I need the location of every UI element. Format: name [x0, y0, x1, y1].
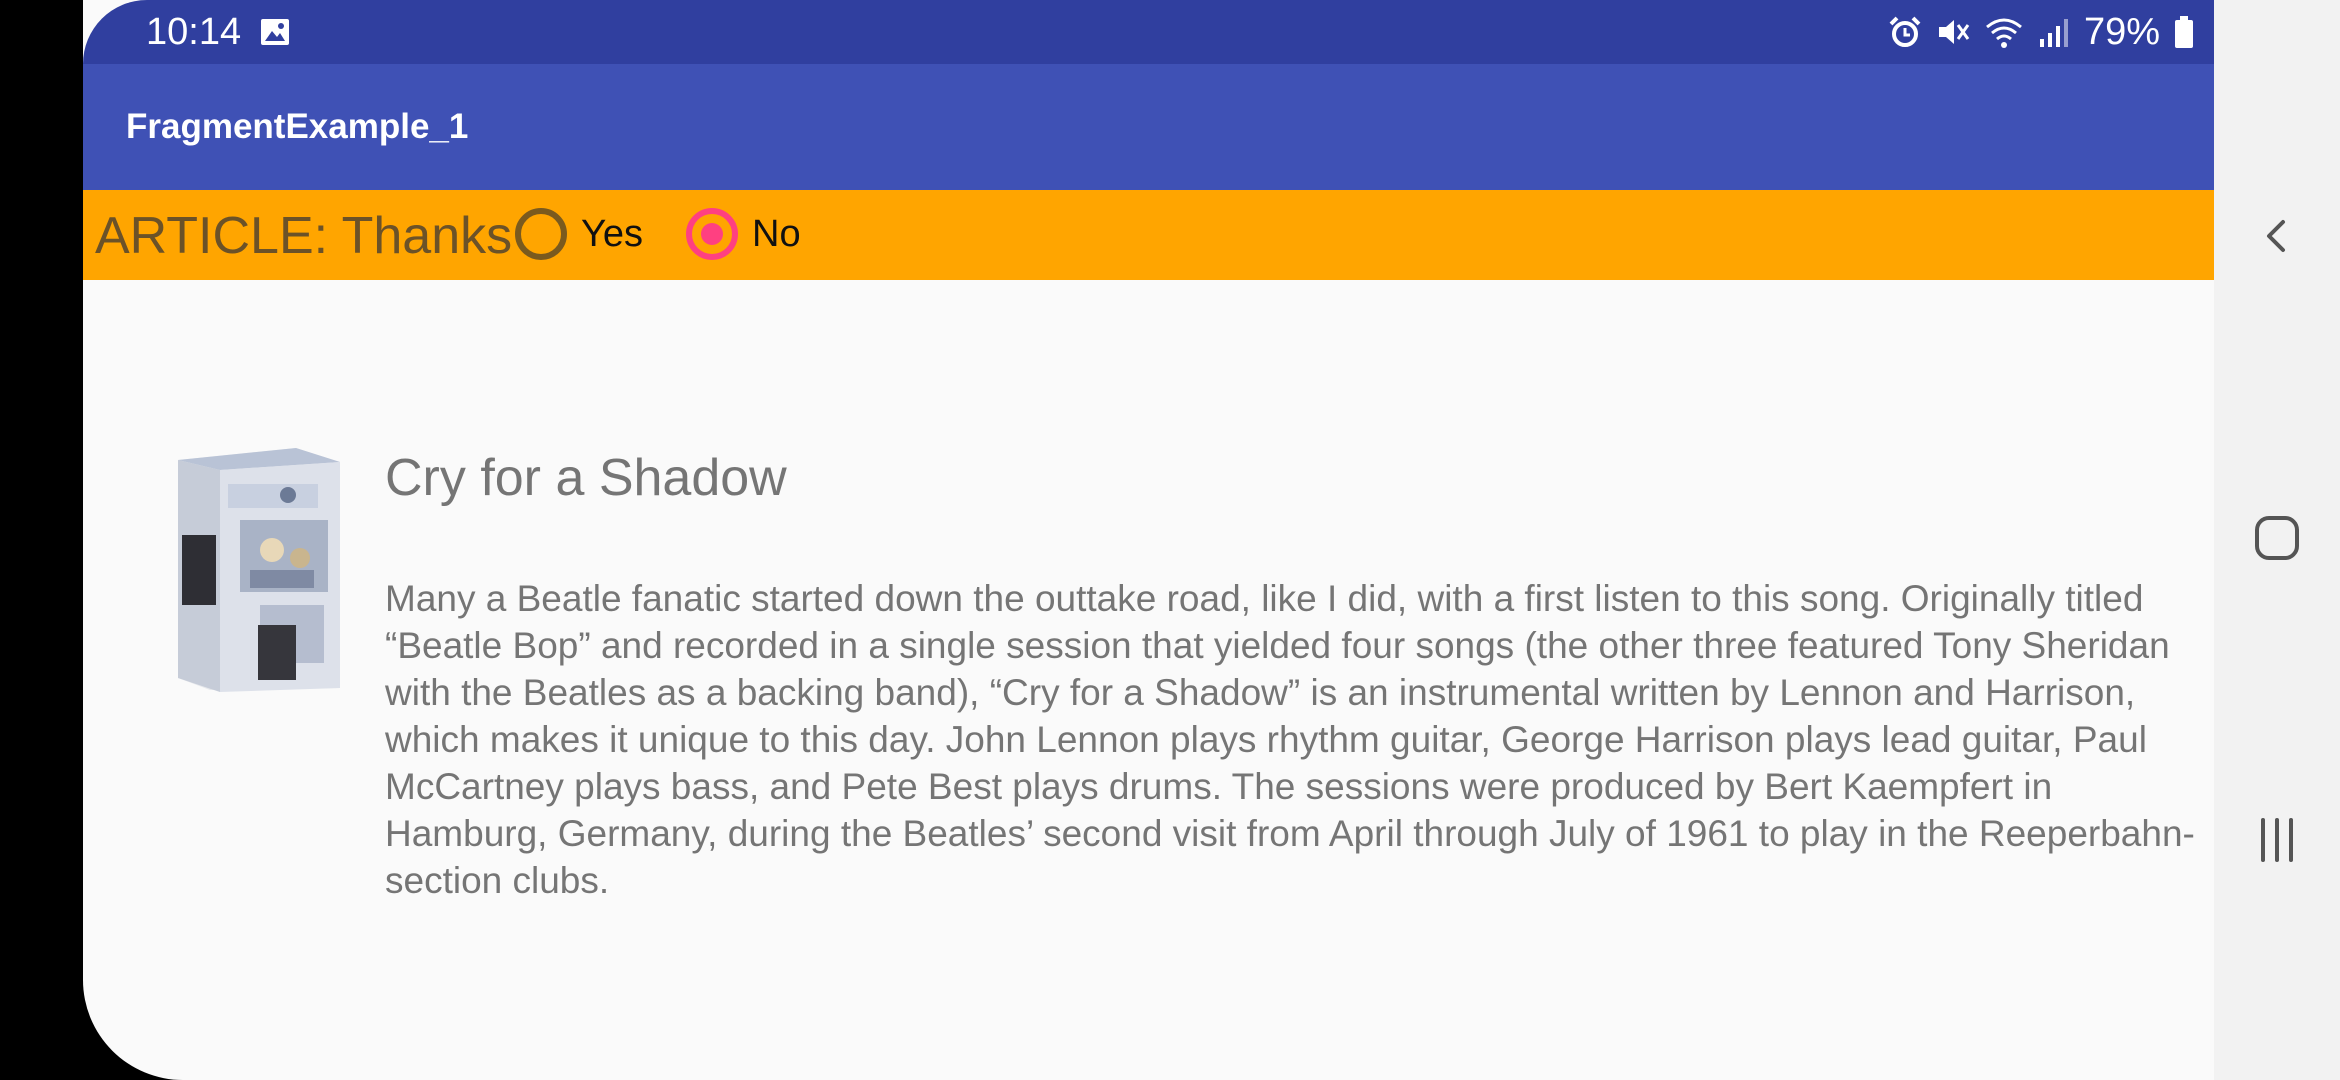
status-bar: 10:14 79% — [83, 0, 2214, 64]
alarm-icon — [1889, 16, 1921, 47]
home-icon[interactable] — [2249, 510, 2305, 566]
radio-button-unchecked-icon[interactable] — [515, 208, 567, 260]
radio-yes[interactable]: Yes — [515, 204, 643, 264]
wifi-icon — [1985, 18, 2022, 48]
gallery-icon — [261, 19, 289, 45]
article-label: ARTICLE: Thanks — [95, 207, 513, 265]
album-cover — [168, 440, 345, 693]
app-title: FragmentExample_1 — [126, 107, 469, 146]
article-bar: ARTICLE: Thanks Yes No — [83, 190, 2214, 280]
back-icon[interactable] — [2249, 208, 2305, 264]
radio-yes-label[interactable]: Yes — [581, 213, 643, 256]
radio-no-label[interactable]: No — [752, 213, 801, 256]
recents-icon[interactable] — [2249, 812, 2305, 868]
article-title: Cry for a Shadow — [385, 449, 787, 507]
navigation-bar — [2214, 0, 2340, 1080]
app-bar: FragmentExample_1 — [83, 64, 2214, 190]
battery-percent: 79% — [2083, 11, 2160, 53]
battery-icon — [2175, 16, 2193, 48]
status-icons: 79% — [1888, 10, 2194, 54]
radio-button-checked-icon[interactable] — [686, 208, 738, 260]
mute-icon — [1938, 20, 1970, 44]
article-body: Many a Beatle fanatic started down the o… — [385, 578, 2195, 901]
radio-no[interactable]: No — [686, 204, 801, 264]
signal-icon — [2039, 19, 2068, 47]
status-time: 10:14 — [146, 11, 242, 53]
app-screen: 10:14 79% FragmentExample_1 ARTICLE: Tha… — [83, 0, 2214, 1080]
